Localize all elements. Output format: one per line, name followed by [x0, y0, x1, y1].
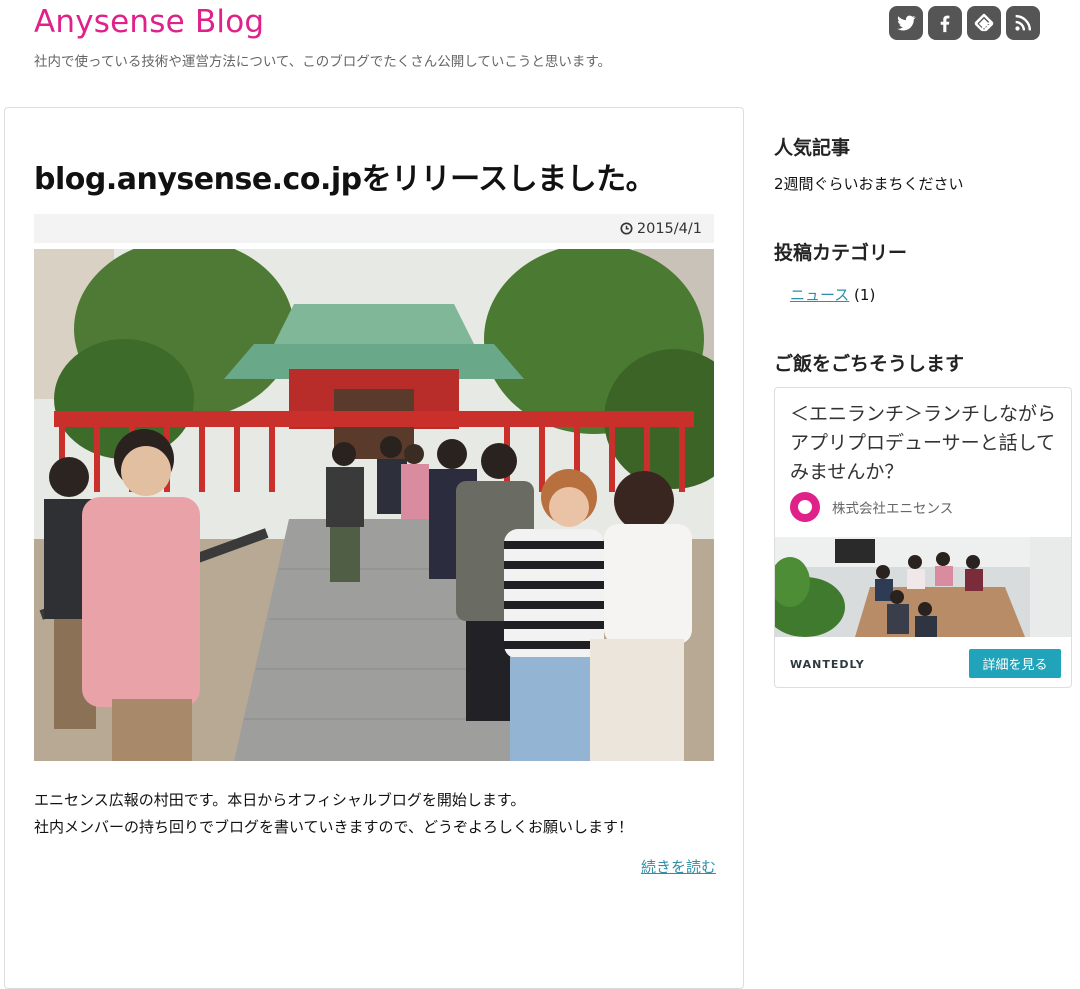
wantedly-logo: WANTEDLY: [790, 658, 865, 671]
feedly-icon: [974, 13, 994, 32]
company-name: 株式会社エニセンス: [832, 501, 954, 517]
social-links: [889, 6, 1040, 40]
details-button[interactable]: 詳細を見る: [969, 649, 1061, 678]
popular-posts-title: 人気記事: [774, 137, 851, 159]
main-content: blog.anysense.co.jpをリリースしました。 2015/4/1 エ…: [4, 107, 744, 989]
post-photo: [34, 249, 714, 761]
lunch-widget-title: ご飯をごちそうします: [774, 353, 965, 375]
post-date: 2015/4/1: [636, 220, 702, 237]
rss-icon: [1015, 14, 1032, 31]
company-logo-icon: [790, 492, 820, 522]
post-excerpt: エニセンス広報の村田です。本日からオフィシャルブログを開始します。 社内メンバー…: [34, 787, 714, 841]
read-more-link[interactable]: 続きを読む: [641, 856, 716, 877]
twitter-icon: [897, 15, 916, 31]
wantedly-card-title[interactable]: ＜エニランチ＞ランチしながらアプリプロデューサーと話してみませんか？: [790, 400, 1062, 487]
office-lunch-photo: [775, 537, 1071, 637]
post-meta: 2015/4/1: [34, 214, 714, 243]
post-paragraph: エニセンス広報の村田です。本日からオフィシャルブログを開始します。: [34, 791, 526, 809]
clock-icon: [620, 222, 633, 235]
feedly-button[interactable]: [967, 6, 1001, 40]
category-count: (1): [854, 286, 876, 304]
popular-posts-text: 2週間ぐらいおまちください: [774, 175, 964, 193]
category-item: ニュース (1): [790, 284, 875, 305]
site-title[interactable]: Anysense Blog: [34, 4, 264, 40]
rss-button[interactable]: [1006, 6, 1040, 40]
facebook-button[interactable]: [928, 6, 962, 40]
site-description: 社内で使っている技術や運営方法について、このブログでたくさん公開していこうと思い…: [34, 54, 611, 70]
shrine-group-photo: [34, 249, 714, 761]
post-paragraph: 社内メンバーの持ち回りでブログを書いていきますので、どうぞよろしくお願いします！: [34, 818, 633, 836]
categories-title: 投稿カテゴリー: [774, 242, 908, 264]
twitter-button[interactable]: [889, 6, 923, 40]
post-title[interactable]: blog.anysense.co.jpをリリースしました。: [34, 154, 656, 198]
category-link-news[interactable]: ニュース: [790, 286, 849, 304]
wantedly-card[interactable]: ＜エニランチ＞ランチしながらアプリプロデューサーと話してみませんか？ 株式会社エ…: [774, 387, 1072, 688]
wantedly-company: 株式会社エニセンス: [790, 492, 953, 522]
facebook-icon: [940, 15, 950, 33]
wantedly-card-photo: [775, 537, 1071, 637]
